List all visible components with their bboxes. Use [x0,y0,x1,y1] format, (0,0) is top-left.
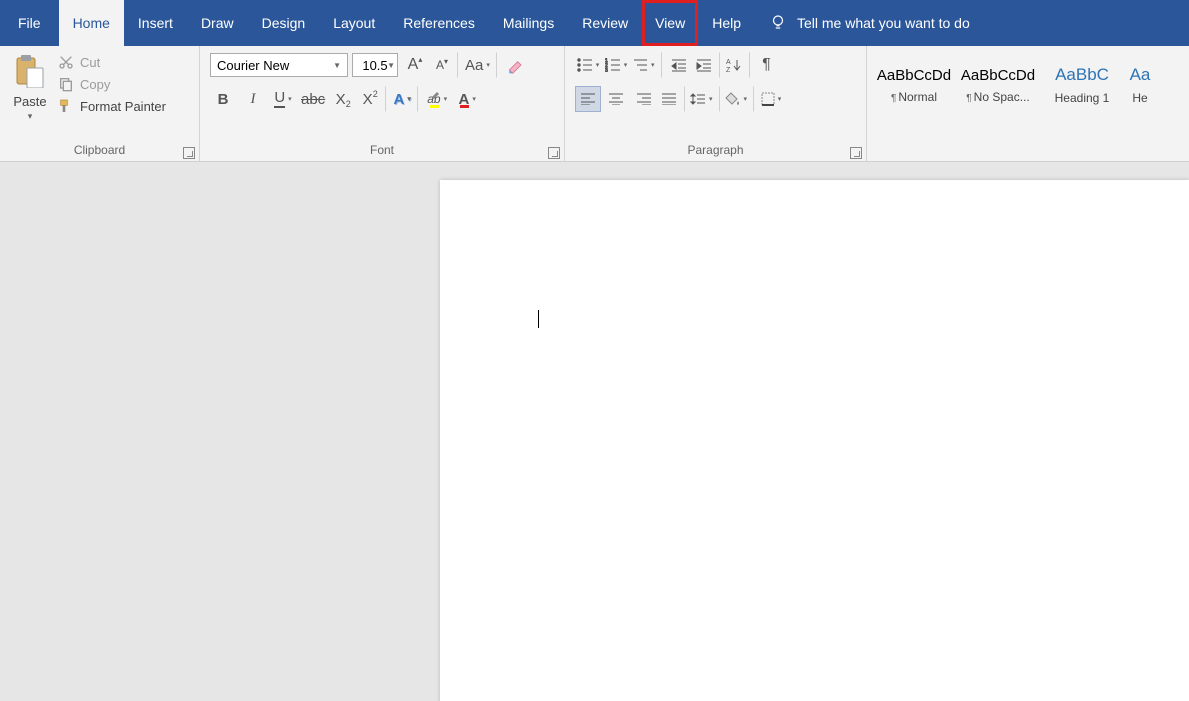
font-name-value: Courier New [217,58,289,73]
style-normal-preview: AaBbCcDd [877,67,951,84]
ribbon-tabs: File Home Insert Draw Design Layout Refe… [0,0,1189,46]
style-heading-2[interactable]: Aa He [1125,52,1155,118]
format-painter-label: Format Painter [80,99,166,114]
scissors-icon [58,54,74,70]
document-page[interactable] [440,180,1189,701]
style-heading1-preview: AaBbC [1055,65,1109,85]
style-nospace-preview: AaBbCcDd [961,67,1035,84]
style-normal-label: ¶Normal [891,90,937,104]
copy-label: Copy [80,77,110,92]
italic-button[interactable]: I [240,86,266,112]
tab-references[interactable]: References [389,0,489,46]
style-heading1-label: Heading 1 [1055,91,1110,105]
style-heading-1[interactable]: AaBbC Heading 1 [1041,52,1123,118]
font-size-select[interactable]: 10.5 ▼ [352,53,398,77]
svg-text:3: 3 [605,68,608,72]
justify-button[interactable] [659,86,685,112]
sort-button[interactable]: AZ [724,52,750,78]
text-effects-button[interactable]: A▾ [392,86,418,112]
group-styles: AaBbCcDd ¶Normal AaBbCcDd ¶No Spac... Aa… [867,46,1189,161]
tab-design[interactable]: Design [248,0,320,46]
tab-draw[interactable]: Draw [187,0,248,46]
text-cursor [538,310,539,328]
chevron-down-icon: ▼ [387,61,395,70]
tab-mailings[interactable]: Mailings [489,0,568,46]
font-dialog-launcher[interactable] [548,147,560,159]
clipboard-group-label: Clipboard [0,143,199,161]
paste-label: Paste [13,94,46,109]
grow-font-button[interactable]: A▴ [402,52,428,78]
bullets-button[interactable]: ▾ [575,52,601,78]
ribbon: Paste ▾ Cut Copy [0,46,1189,162]
tell-me-search[interactable]: Tell me what you want to do [769,0,970,46]
group-paragraph: ▾ 123▾ ▾ AZ ¶ [565,46,867,161]
document-area[interactable] [0,162,1189,701]
style-no-spacing[interactable]: AaBbCcDd ¶No Spac... [957,52,1039,118]
tab-file[interactable]: File [0,0,59,46]
svg-text:A: A [726,59,731,66]
lightbulb-icon [769,13,787,34]
bold-button[interactable]: B [210,86,236,112]
format-painter-button[interactable]: Format Painter [58,98,166,114]
superscript-button[interactable]: X2 [360,86,386,112]
font-size-value: 10.5 [362,58,387,73]
group-font: Courier New ▼ 10.5 ▼ A▴ A▾ Aa▾ B I U▾ ab… [200,46,565,161]
paintbrush-icon [58,98,74,114]
underline-button[interactable]: U▾ [270,86,296,112]
font-color-button[interactable]: A ▾ [454,86,480,112]
multilevel-list-button[interactable]: ▾ [631,52,662,78]
strikethrough-button[interactable]: abc [300,86,326,112]
align-right-button[interactable] [631,86,657,112]
style-heading2-preview: Aa [1130,65,1151,85]
clear-formatting-button[interactable] [503,52,529,78]
paragraph-group-label: Paragraph [565,143,866,161]
svg-text:Z: Z [726,67,731,73]
subscript-button[interactable]: X2 [330,86,356,112]
group-clipboard: Paste ▾ Cut Copy [0,46,200,161]
paste-icon [13,52,47,90]
cut-button[interactable]: Cut [58,54,166,70]
decrease-indent-button[interactable] [666,52,692,78]
tab-home[interactable]: Home [59,0,124,46]
show-hide-marks-button[interactable]: ¶ [754,52,780,78]
tab-layout[interactable]: Layout [319,0,389,46]
copy-icon [58,76,74,92]
tab-help[interactable]: Help [698,0,755,46]
paste-dropdown-icon[interactable]: ▾ [28,111,33,122]
shrink-font-button[interactable]: A▾ [432,52,458,78]
style-nospace-label: ¶No Spac... [966,90,1029,104]
borders-button[interactable]: ▾ [758,86,784,112]
change-case-button[interactable]: Aa▾ [464,52,497,78]
shading-button[interactable]: ▾ [724,86,755,112]
tell-me-label: Tell me what you want to do [797,15,970,31]
align-center-button[interactable] [603,86,629,112]
copy-button[interactable]: Copy [58,76,166,92]
style-normal[interactable]: AaBbCcDd ¶Normal [873,52,955,118]
highlight-color-button[interactable]: ab ▾ [424,86,450,112]
chevron-down-icon: ▼ [333,61,341,70]
paste-button[interactable]: Paste ▾ [8,50,52,122]
cut-label: Cut [80,55,100,70]
tab-insert[interactable]: Insert [124,0,187,46]
tab-view[interactable]: View [642,0,698,46]
align-left-button[interactable] [575,86,601,112]
clipboard-dialog-launcher[interactable] [183,147,195,159]
tab-review[interactable]: Review [568,0,642,46]
line-spacing-button[interactable]: ▾ [689,86,720,112]
font-name-select[interactable]: Courier New ▼ [210,53,348,77]
increase-indent-button[interactable] [694,52,720,78]
paragraph-dialog-launcher[interactable] [850,147,862,159]
style-heading2-label: He [1132,91,1147,105]
numbering-button[interactable]: 123▾ [603,52,629,78]
font-group-label: Font [200,143,564,161]
